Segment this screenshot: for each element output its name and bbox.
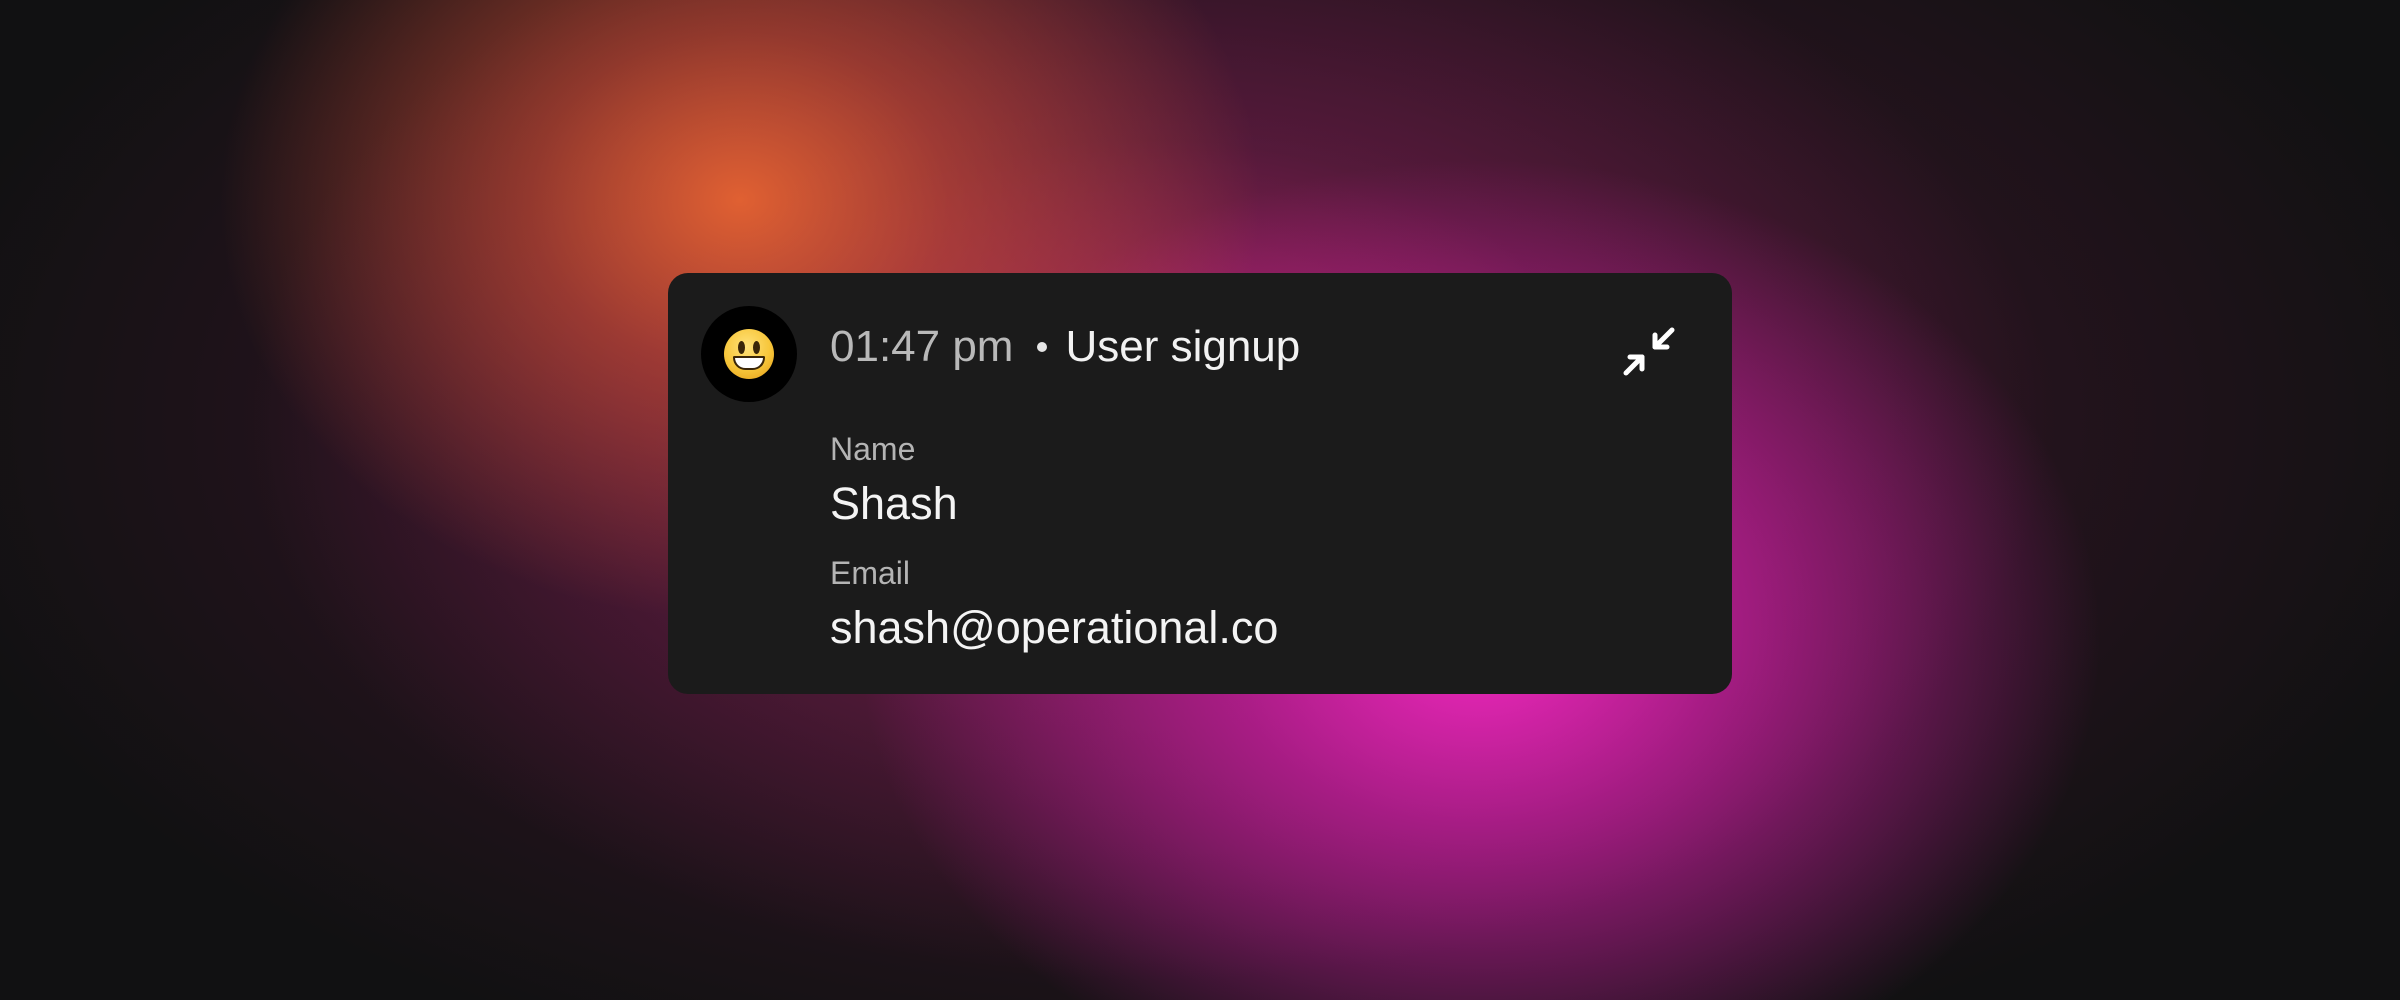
event-title: User signup bbox=[1065, 322, 1301, 371]
email-value: shash@operational.co bbox=[830, 602, 1279, 653]
notification-card[interactable]: 01:47 pm User signup Name Shash Email sh… bbox=[668, 273, 1732, 694]
collapse-arrows-icon bbox=[1623, 327, 1675, 376]
separator-dot bbox=[1037, 342, 1048, 352]
avatar bbox=[701, 306, 797, 402]
grinning-face-icon bbox=[724, 329, 774, 379]
name-value: Shash bbox=[830, 478, 958, 529]
notification-header: 01:47 pm User signup bbox=[830, 325, 1300, 369]
name-label: Name bbox=[830, 431, 916, 467]
collapse-button[interactable] bbox=[1622, 324, 1678, 380]
event-time: 01:47 pm bbox=[830, 322, 1014, 371]
email-label: Email bbox=[830, 555, 911, 591]
